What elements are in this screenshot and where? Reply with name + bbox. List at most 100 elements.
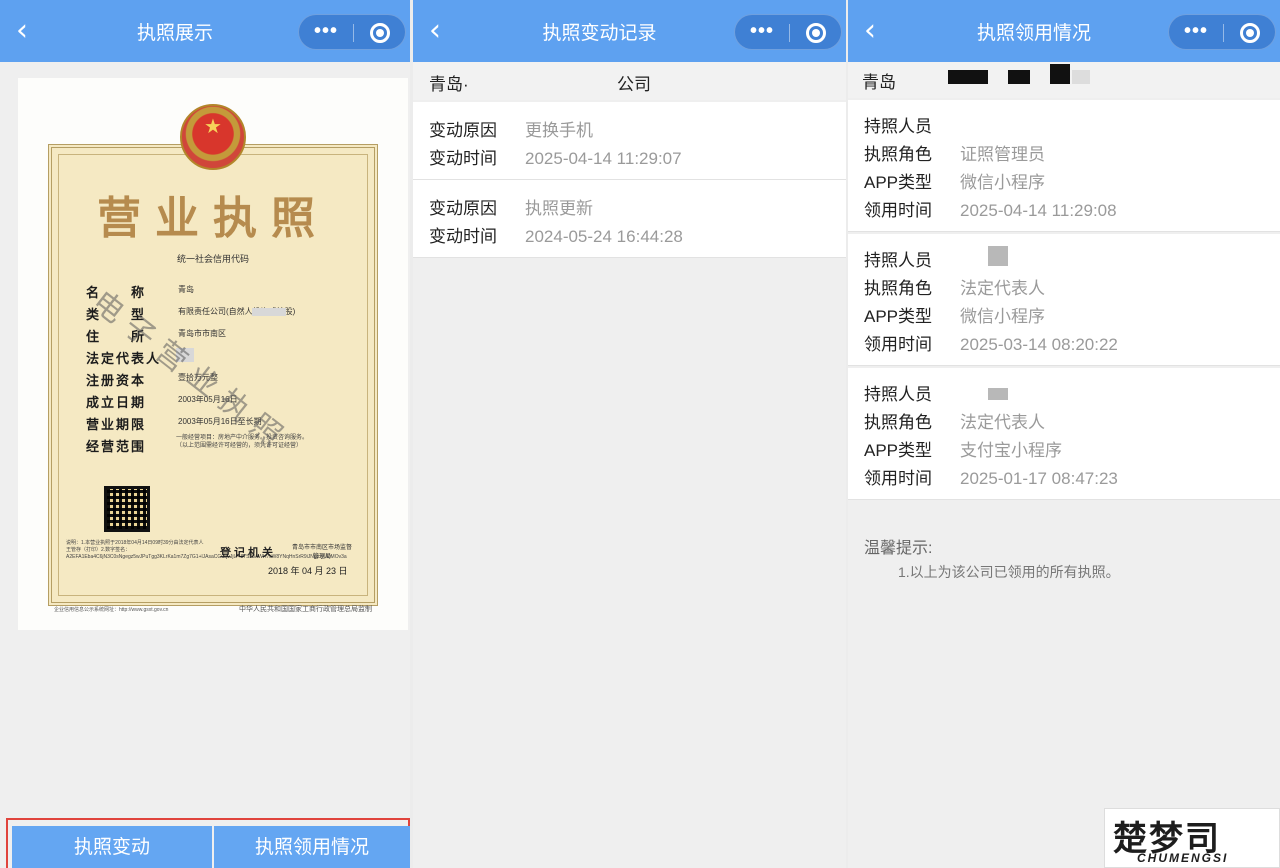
change-record-card: 变动原因 更换手机 变动时间 2025-04-14 11:29:07	[413, 102, 846, 180]
license-image[interactable]: 营业执照 统一社会信用代码 名 称青岛 类 型有限责任公司(自然人投资或控股) …	[18, 78, 408, 630]
navbar: ‹ 执照变动记录 •••	[413, 0, 846, 62]
company-name-prefix: 青岛·	[429, 75, 469, 94]
more-icon[interactable]: •••	[735, 15, 789, 51]
usage-time-label: 领用时间	[864, 201, 932, 220]
watermark-logo: 楚梦司 CHUMENGSI	[1104, 808, 1280, 868]
close-target-icon[interactable]	[1240, 23, 1260, 43]
cert-row-label: 成立日期	[86, 395, 147, 410]
page-title: 执照领用情况	[976, 23, 1091, 44]
usage-time-row: 领用时间 2025-01-17 08:47:23	[864, 464, 1118, 489]
record-time-value: 2025-04-14 11:29:07	[525, 149, 682, 168]
role-value: 证照管理员	[960, 145, 1045, 164]
cert-notes: 说明：1.本营业执照于2018年04月14日09时39分由法定代表人王管存（打印…	[66, 540, 347, 560]
holder-row: 持照人员	[864, 380, 960, 405]
record-time-row: 变动时间 2024-05-24 16:44:28	[429, 222, 683, 247]
usage-card: 持照人员 执照角色 法定代表人 APP类型 微信小程序 领用时间 2025-03-14…	[848, 234, 1280, 366]
capsule-divider	[789, 24, 790, 42]
role-label: 执照角色	[864, 279, 932, 298]
record-reason-row: 变动原因 执照更新	[429, 194, 593, 219]
role-row: 执照角色 法定代表人	[864, 274, 1045, 299]
cert-title: 营业执照	[97, 193, 329, 244]
redacted-avatar	[988, 246, 1008, 266]
app-type-row: APP类型 微信小程序	[864, 302, 1045, 327]
cert-row-value: 青岛	[178, 285, 194, 294]
cert-row-capital: 注册资本 壹拾万元整	[86, 370, 218, 390]
license-change-record-panel: ‹ 执照变动记录 ••• 青岛· 公司 变动原因 更换手机 变动时间 2025-04…	[413, 0, 846, 868]
record-time-label: 变动时间	[429, 149, 497, 168]
close-target-icon[interactable]	[806, 23, 826, 43]
usage-time-value: 2025-04-14 11:29:08	[960, 201, 1117, 220]
holder-row: 持照人员	[864, 246, 960, 271]
company-name: 青岛	[862, 73, 896, 92]
app-type-row: APP类型 微信小程序	[864, 168, 1045, 193]
holder-label: 持照人员	[864, 117, 932, 136]
registration-authority-label: 登记机关	[220, 547, 276, 559]
record-reason-value: 更换手机	[525, 121, 593, 140]
mini-program-capsule: •••	[734, 14, 842, 50]
national-emblem-icon	[180, 104, 246, 170]
cert-row-label: 经营范围	[86, 439, 147, 454]
logo-text: CHUMENGSI	[1137, 851, 1229, 865]
mini-program-capsule: •••	[298, 14, 406, 50]
capsule-divider	[353, 24, 354, 42]
cert-row-scope: 经营范围	[86, 436, 170, 456]
company-name-bar: 青岛· 公司	[413, 62, 846, 100]
close-target-icon[interactable]	[370, 23, 390, 43]
change-record-card: 变动原因 执照更新 变动时间 2024-05-24 16:44:28	[413, 180, 846, 258]
redacted-block	[252, 308, 286, 316]
redacted-avatar	[988, 388, 1008, 400]
cert-footer-left: 企业信用信息公示系统网址：http://www.gsxt.gov.cn	[54, 607, 169, 613]
role-row: 执照角色 证照管理员	[864, 140, 1045, 165]
role-value: 法定代表人	[960, 279, 1045, 298]
app-type-row: APP类型 支付宝小程序	[864, 436, 1062, 461]
mini-program-capsule: •••	[1168, 14, 1276, 50]
tip-line: 1.以上为该公司已领用的所有执照。	[898, 564, 1120, 580]
redacted-block	[1050, 64, 1070, 84]
qr-code-icon	[104, 486, 150, 532]
company-name-suffix: 公司	[617, 75, 651, 94]
redacted-block	[1072, 70, 1090, 84]
holder-label: 持照人员	[864, 251, 932, 270]
cert-row-label: 注册资本	[86, 373, 147, 388]
role-label: 执照角色	[864, 413, 932, 432]
record-reason-value: 执照更新	[525, 199, 593, 218]
cert-row-term: 营业期限 2003年05月16日至长期	[86, 414, 262, 434]
role-value: 法定代表人	[960, 413, 1045, 432]
holder-row: 持照人员	[864, 112, 960, 137]
page-title: 执照变动记录	[542, 23, 657, 44]
license-display-panel: ‹ 执照展示 ••• 营业执照 统一社会信用代码 名 称青岛 类 型有限责任公司…	[0, 0, 410, 868]
usage-card: 持照人员 执照角色 证照管理员 APP类型 微信小程序 领用时间 2025-04-14…	[848, 100, 1280, 232]
app-type-value: 支付宝小程序	[960, 441, 1062, 460]
record-time-label: 变动时间	[429, 227, 497, 246]
license-usage-panel: ‹ 执照领用情况 ••• 青岛 持照人员 执照角色 证照管理员 APP类型 微信小程…	[848, 0, 1280, 868]
cert-row-label: 营业期限	[86, 417, 147, 432]
page-title: 执照展示	[136, 23, 213, 44]
capsule-divider	[1223, 24, 1224, 42]
holder-label: 持照人员	[864, 385, 932, 404]
app-type-value: 微信小程序	[960, 307, 1045, 326]
tip-title: 温馨提示:	[864, 540, 933, 557]
company-name-bar: 青岛	[848, 62, 1280, 98]
role-label: 执照角色	[864, 145, 932, 164]
usage-card: 持照人员 执照角色 法定代表人 APP类型 支付宝小程序 领用时间 2025-01-1…	[848, 368, 1280, 500]
record-reason-label: 变动原因	[429, 121, 497, 140]
more-icon[interactable]: •••	[1169, 15, 1223, 51]
usage-time-row: 领用时间 2025-03-14 08:20:22	[864, 330, 1118, 355]
usage-time-label: 领用时间	[864, 469, 932, 488]
app-type-label: APP类型	[864, 307, 933, 326]
registration-date: 2018 年 04 月 23 日	[268, 566, 348, 576]
usage-time-value: 2025-01-17 08:47:23	[960, 469, 1118, 488]
cert-footer-right: 中华人民共和国国家工商行政管理总局监制	[239, 606, 372, 613]
record-reason-label: 变动原因	[429, 199, 497, 218]
license-usage-button[interactable]: 执照领用情况	[214, 826, 410, 868]
navbar: ‹ 执照展示 •••	[0, 0, 410, 62]
more-icon[interactable]: •••	[299, 15, 353, 51]
bottom-action-bar: 执照变动 执照领用情况	[6, 818, 410, 868]
usage-time-row: 领用时间 2025-04-14 11:29:08	[864, 196, 1117, 221]
redacted-block	[948, 70, 988, 84]
usage-time-value: 2025-03-14 08:20:22	[960, 335, 1118, 354]
registration-authority-name: 青岛市市南区市场监督管理局	[292, 545, 353, 560]
license-change-button[interactable]: 执照变动	[12, 826, 212, 868]
app-type-value: 微信小程序	[960, 173, 1045, 192]
cert-row-founded: 成立日期 2003年05月16日	[86, 392, 238, 412]
